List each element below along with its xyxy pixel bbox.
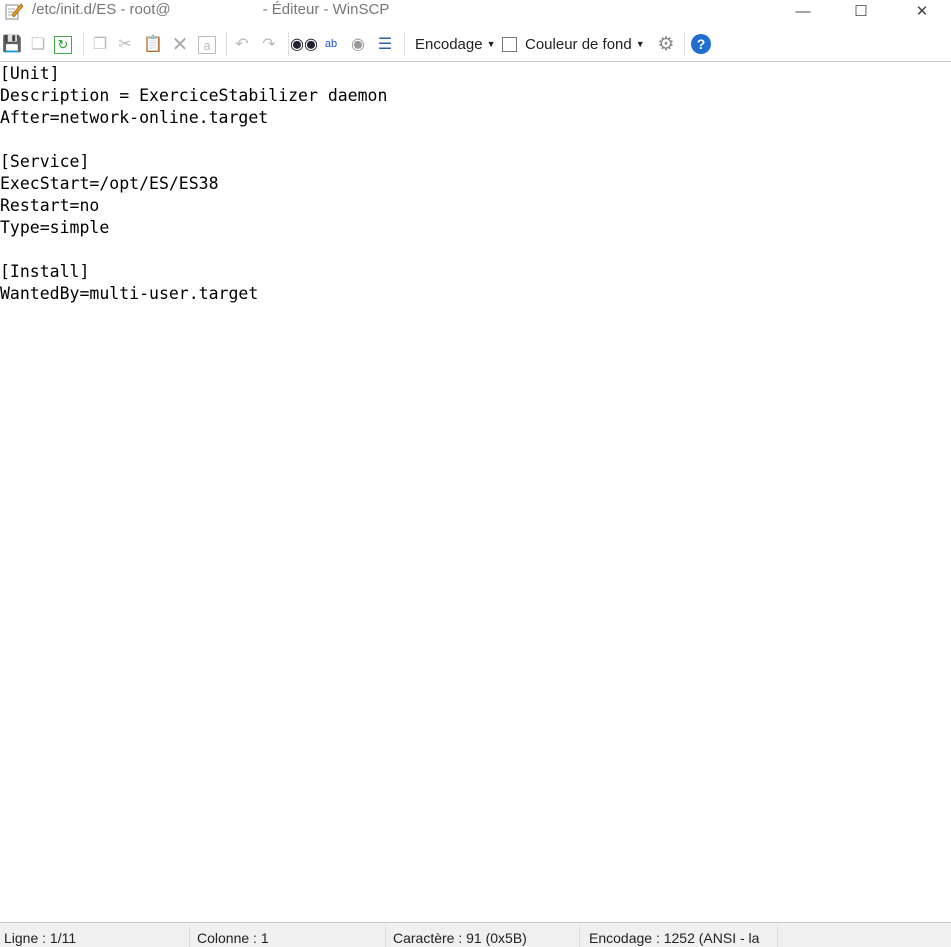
help-icon[interactable]: ? [691, 34, 711, 54]
save-icon[interactable]: 💾 [2, 34, 22, 54]
separator [83, 32, 84, 56]
status-bar: Ligne : 1/11 Colonne : 1 Caractère : 91 … [0, 922, 951, 947]
editor-line: Type=simple [0, 218, 110, 237]
separator [288, 32, 289, 56]
select-all-icon[interactable]: a [198, 36, 216, 54]
goto-line-icon[interactable]: ☰ [375, 34, 395, 54]
background-color-label: Couleur de fond [525, 36, 632, 53]
editor-pencil-icon [5, 3, 23, 20]
copy-icon[interactable]: ❐ [90, 34, 110, 54]
title-path: /etc/init.d/ES - root@ [32, 1, 171, 18]
status-empty [781, 926, 950, 947]
encoding-dropdown[interactable]: Encodage ▼ [415, 36, 495, 53]
delete-icon[interactable]: ✕ [170, 34, 190, 56]
replace-icon[interactable]: ab [321, 34, 341, 54]
paste-icon[interactable]: 📋 [143, 34, 163, 54]
encoding-label: Encodage [415, 36, 483, 53]
chevron-down-icon: ▼ [486, 39, 496, 49]
editor-line: [Unit] [0, 64, 60, 83]
editor-line: [Install] [0, 262, 90, 281]
separator [684, 32, 685, 56]
close-button[interactable]: ✕ [899, 0, 945, 22]
editor-line: ExecStart=/opt/ES/ES38 [0, 174, 219, 193]
window-title: /etc/init.d/ES - root@ - Éditeur - WinSCP [32, 1, 389, 18]
editor-line: WantedBy=multi-user.target [0, 284, 259, 303]
maximize-button[interactable]: ☐ [838, 0, 884, 22]
gear-icon[interactable]: ⚙ [656, 34, 676, 55]
status-encoding: Encodage : 1252 (ANSI - la [585, 926, 778, 947]
title-app: - Éditeur - WinSCP [262, 1, 390, 18]
redacted-host [170, 3, 263, 18]
minimize-button[interactable]: — [780, 0, 826, 22]
save-all-icon[interactable]: ❏ [28, 34, 48, 54]
separator [404, 32, 405, 56]
background-color-checkbox[interactable] [502, 37, 517, 52]
toolbar: 💾 ❏ ↻ ❐ ✂ 📋 ✕ a ↶ ↷ ◉◉ ab ◉ ☰ Encodage ▼ … [0, 28, 951, 62]
text-editor[interactable]: [Unit] Description = ExerciceStabilizer … [0, 62, 951, 922]
status-column: Colonne : 1 [193, 926, 386, 947]
redo-icon[interactable]: ↷ [259, 34, 279, 54]
editor-line: [Service] [0, 152, 90, 171]
find-next-icon[interactable]: ◉ [348, 34, 368, 54]
find-binoculars-icon[interactable]: ◉◉ [290, 34, 318, 54]
status-line: Ligne : 1/11 [0, 926, 190, 947]
cut-icon[interactable]: ✂ [115, 34, 135, 54]
separator [226, 32, 227, 56]
editor-line: After=network-online.target [0, 108, 269, 127]
undo-icon[interactable]: ↶ [232, 34, 252, 54]
chevron-down-icon: ▼ [635, 39, 645, 49]
reload-icon[interactable]: ↻ [54, 36, 72, 54]
editor-line: Restart=no [0, 196, 100, 215]
editor-line: Description = ExerciceStabilizer daemon [0, 86, 388, 105]
title-bar: /etc/init.d/ES - root@ - Éditeur - WinSCP… [0, 0, 951, 22]
background-color-dropdown[interactable]: Couleur de fond ▼ [525, 36, 645, 53]
status-character: Caractère : 91 (0x5B) [389, 926, 580, 947]
